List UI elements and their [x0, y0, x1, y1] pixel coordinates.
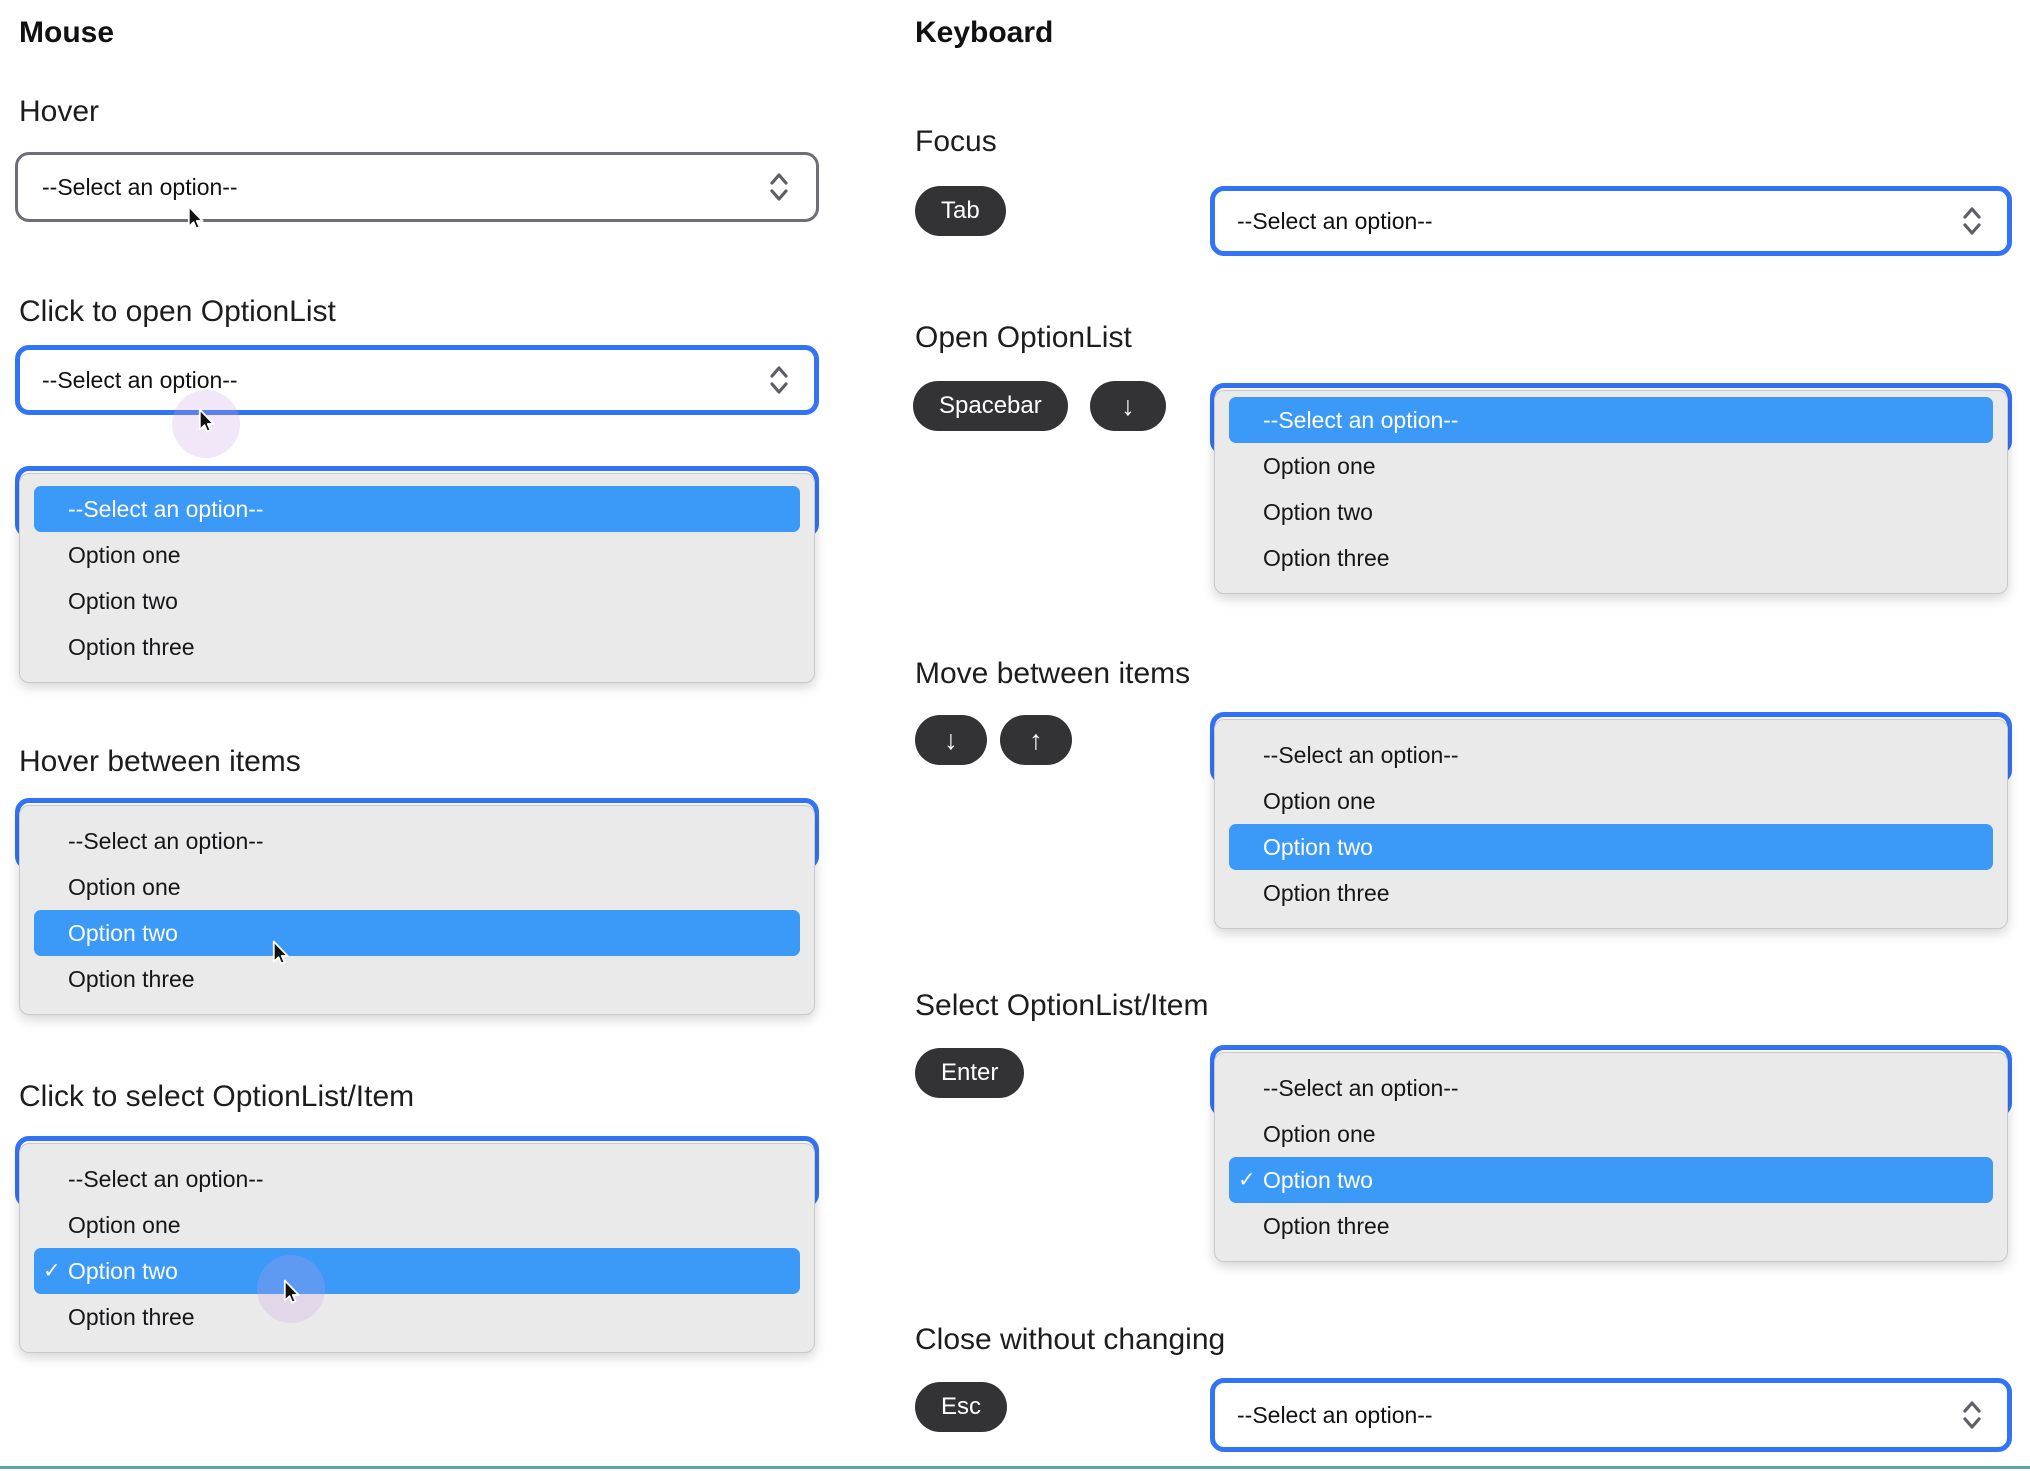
arrow-down-icon: ↓ [944, 724, 958, 755]
section-label-hover-items: Hover between items [19, 745, 301, 778]
up-down-chevron-icon [1963, 207, 1981, 235]
key-badge-arrow-down: ↓ [1090, 381, 1166, 431]
optionlist-open-mouse: --Select an option-- Option one Option t… [15, 466, 819, 683]
option-item-one[interactable]: Option one [1229, 1111, 1993, 1157]
option-item-two[interactable]: Option two [34, 578, 800, 624]
key-badge-enter: Enter [915, 1048, 1025, 1098]
mouse-pointer-icon [272, 940, 289, 965]
section-label-close: Close without changing [915, 1323, 1226, 1356]
option-item-two-selected[interactable]: ✓ Option two [34, 1248, 800, 1294]
key-badge-esc: Esc [915, 1382, 1008, 1432]
option-item-three[interactable]: Option three [1229, 1203, 1993, 1249]
mouse-pointer-icon [283, 1279, 300, 1304]
option-item-one[interactable]: Option one [34, 532, 800, 578]
section-label-click-open: Click to open OptionList [19, 295, 336, 328]
key-badge-tab: Tab [915, 186, 1006, 236]
option-item-two-active[interactable]: Option two [1229, 824, 1993, 870]
option-item-three[interactable]: Option three [34, 624, 800, 670]
option-item-placeholder[interactable]: --Select an option-- [1229, 397, 1993, 443]
section-label-select: Select OptionList/Item [915, 989, 1209, 1022]
option-item-one[interactable]: Option one [34, 864, 800, 910]
section-label-focus: Focus [915, 125, 997, 158]
key-badge-arrow-up: ↑ [1000, 715, 1072, 765]
optionlist-panel: --Select an option-- Option one Option t… [1214, 390, 2008, 594]
option-item-three[interactable]: Option three [1229, 535, 1993, 581]
mouse-pointer-icon [198, 408, 215, 433]
option-item-three[interactable]: Option three [34, 1294, 800, 1340]
option-item-three[interactable]: Option three [1229, 870, 1993, 916]
section-label-open: Open OptionList [915, 321, 1132, 354]
checkmark-icon: ✓ [43, 1259, 61, 1283]
option-item-two-hovered[interactable]: Option two [34, 910, 800, 956]
optionlist-panel: --Select an option-- Option one Option t… [19, 473, 815, 683]
section-label-move: Move between items [915, 657, 1191, 690]
optionlist-hover-items: --Select an option-- Option one Option t… [15, 798, 819, 1015]
option-item-placeholder[interactable]: --Select an option-- [1229, 1065, 1993, 1111]
section-label-hover: Hover [19, 95, 100, 128]
up-down-chevron-icon [770, 173, 788, 201]
bottom-divider [0, 1466, 2030, 1469]
column-title-keyboard: Keyboard [915, 16, 1054, 49]
optionlist-kbd-open: --Select an option-- Option one Option t… [1210, 383, 2012, 594]
section-label-click-select: Click to select OptionList/Item [19, 1080, 415, 1113]
optionlist-click-select: --Select an option-- Option one ✓ Option… [15, 1136, 819, 1353]
option-item-placeholder[interactable]: --Select an option-- [34, 1156, 800, 1202]
optionlist-interaction-doc: Mouse Hover --Select an option-- Click t… [0, 0, 2030, 1471]
option-item-two-selected[interactable]: ✓ Option two [1229, 1157, 1993, 1203]
option-item-three[interactable]: Option three [34, 956, 800, 1002]
option-item-two[interactable]: Option two [1229, 489, 1993, 535]
arrow-up-icon: ↑ [1029, 724, 1043, 755]
column-title-mouse: Mouse [19, 16, 115, 49]
option-item-placeholder[interactable]: --Select an option-- [34, 486, 800, 532]
key-badge-spacebar: Spacebar [913, 381, 1068, 431]
optionlist-panel: --Select an option-- Option one ✓ Option… [19, 1143, 815, 1353]
select-trigger-focused[interactable]: --Select an option-- [1210, 186, 2012, 256]
key-badge-arrow-down: ↓ [915, 715, 987, 765]
select-value: --Select an option-- [42, 173, 238, 200]
select-trigger-hover[interactable]: --Select an option-- [15, 152, 819, 222]
select-trigger-click-open[interactable]: --Select an option-- [15, 345, 819, 415]
option-item-one[interactable]: Option one [34, 1202, 800, 1248]
optionlist-panel: --Select an option-- Option one ✓ Option… [1214, 1052, 2008, 1262]
optionlist-kbd-move: --Select an option-- Option one Option t… [1210, 712, 2012, 929]
option-item-placeholder[interactable]: --Select an option-- [34, 818, 800, 864]
mouse-pointer-icon [187, 205, 204, 230]
optionlist-panel: --Select an option-- Option one Option t… [19, 805, 815, 1015]
select-value: --Select an option-- [1237, 1401, 1433, 1428]
up-down-chevron-icon [1963, 1401, 1981, 1429]
optionlist-panel: --Select an option-- Option one Option t… [1214, 719, 2008, 929]
optionlist-kbd-select: --Select an option-- Option one ✓ Option… [1210, 1045, 2012, 1262]
option-item-placeholder[interactable]: --Select an option-- [1229, 732, 1993, 778]
select-value: --Select an option-- [1237, 207, 1433, 234]
checkmark-icon: ✓ [1238, 1168, 1256, 1192]
select-trigger-close[interactable]: --Select an option-- [1210, 1378, 2012, 1452]
option-item-one[interactable]: Option one [1229, 778, 1993, 824]
option-item-one[interactable]: Option one [1229, 443, 1993, 489]
up-down-chevron-icon [770, 366, 788, 394]
arrow-down-icon: ↓ [1121, 390, 1135, 421]
